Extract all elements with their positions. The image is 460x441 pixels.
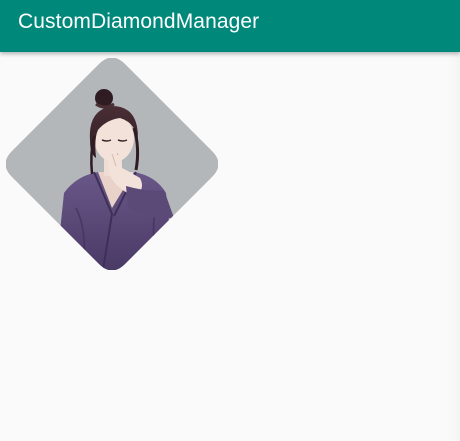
app-title: CustomDiamondManager (18, 10, 260, 33)
edge-shadow (448, 52, 460, 441)
app-bar: CustomDiamondManager (0, 0, 460, 52)
app-window: CustomDiamondManager (0, 0, 460, 441)
diamond-image-item[interactable] (6, 58, 218, 270)
character-portrait-image (6, 58, 218, 270)
content-area (0, 52, 460, 441)
